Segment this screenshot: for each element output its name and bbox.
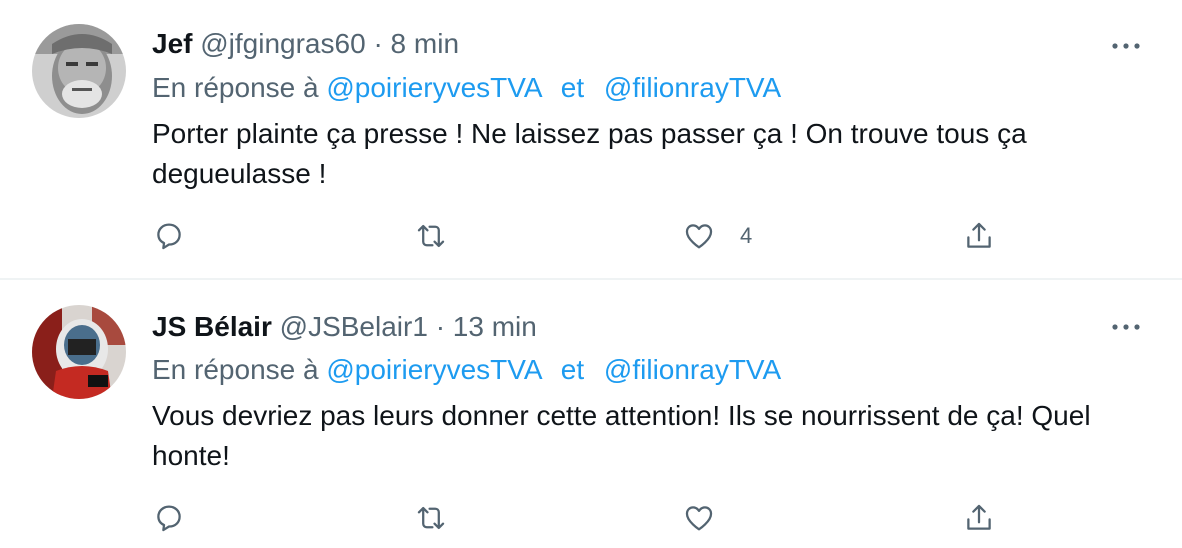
- mention-link[interactable]: @filionrayTVA: [604, 354, 781, 385]
- timestamp[interactable]: 8 min: [391, 28, 459, 59]
- reply-conjunction: et: [560, 72, 585, 103]
- reply-context: En réponse à @poirieryvesTVA et @filionr…: [152, 70, 781, 106]
- tweet-header: Jef @jfgingras60 · 8 min: [152, 26, 459, 62]
- speech-bubble-icon: [157, 223, 181, 250]
- heart-icon: [685, 224, 713, 249]
- like-count: 4: [740, 223, 753, 248]
- share-button[interactable]: [962, 216, 996, 256]
- tweet-text: Vous devriez pas leurs donner cette atte…: [152, 400, 1091, 471]
- tweet[interactable]: Jef @jfgingras60 · 8 min En réponse à @p…: [0, 0, 1182, 280]
- more-dots-icon: [1112, 43, 1140, 49]
- timestamp[interactable]: 13 min: [453, 311, 537, 342]
- avatar[interactable]: [32, 305, 126, 399]
- display-name[interactable]: JS Bélair: [152, 311, 272, 342]
- display-name[interactable]: Jef: [152, 28, 192, 59]
- reply-context: En réponse à @poirieryvesTVA et @filionr…: [152, 352, 781, 388]
- retweet-arrows-icon: [417, 506, 445, 530]
- tweet-actions: [152, 498, 1012, 538]
- heart-icon: [685, 506, 713, 531]
- retweet-button[interactable]: [414, 498, 448, 538]
- retweet-arrows-icon: [417, 224, 445, 248]
- share-button[interactable]: [962, 498, 996, 538]
- more-options-button[interactable]: [1106, 34, 1146, 58]
- separator-dot: ·: [373, 28, 383, 59]
- tweet-header: JS Bélair @JSBelair1 · 13 min: [152, 309, 537, 345]
- avatar-image: [32, 24, 126, 118]
- reply-prefix: En réponse à: [152, 354, 319, 385]
- reply-prefix: En réponse à: [152, 72, 319, 103]
- like-button[interactable]: 4: [682, 216, 752, 256]
- reply-conjunction: et: [560, 354, 585, 385]
- share-upload-icon: [967, 222, 991, 248]
- mention-link[interactable]: @filionrayTVA: [604, 72, 781, 103]
- like-button[interactable]: [682, 498, 740, 538]
- mention-link[interactable]: @poirieryvesTVA: [326, 72, 541, 103]
- more-options-button[interactable]: [1106, 315, 1146, 339]
- username[interactable]: @JSBelair1: [280, 311, 428, 342]
- speech-bubble-icon: [157, 505, 181, 532]
- retweet-button[interactable]: [414, 216, 448, 256]
- more-dots-icon: [1112, 324, 1140, 330]
- mention-link[interactable]: @poirieryvesTVA: [326, 354, 541, 385]
- separator-dot: ·: [435, 311, 446, 342]
- username[interactable]: @jfgingras60: [200, 28, 365, 59]
- share-upload-icon: [967, 504, 991, 530]
- avatar[interactable]: [32, 24, 126, 118]
- tweet-text: Porter plainte ça presse ! Ne laissez pa…: [152, 118, 1027, 189]
- reply-button[interactable]: [152, 498, 186, 538]
- reply-button[interactable]: [152, 216, 186, 256]
- tweet[interactable]: JS Bélair @JSBelair1 · 13 min En réponse…: [0, 279, 1182, 548]
- avatar-image: [32, 305, 126, 399]
- tweet-actions: 4: [152, 216, 1012, 256]
